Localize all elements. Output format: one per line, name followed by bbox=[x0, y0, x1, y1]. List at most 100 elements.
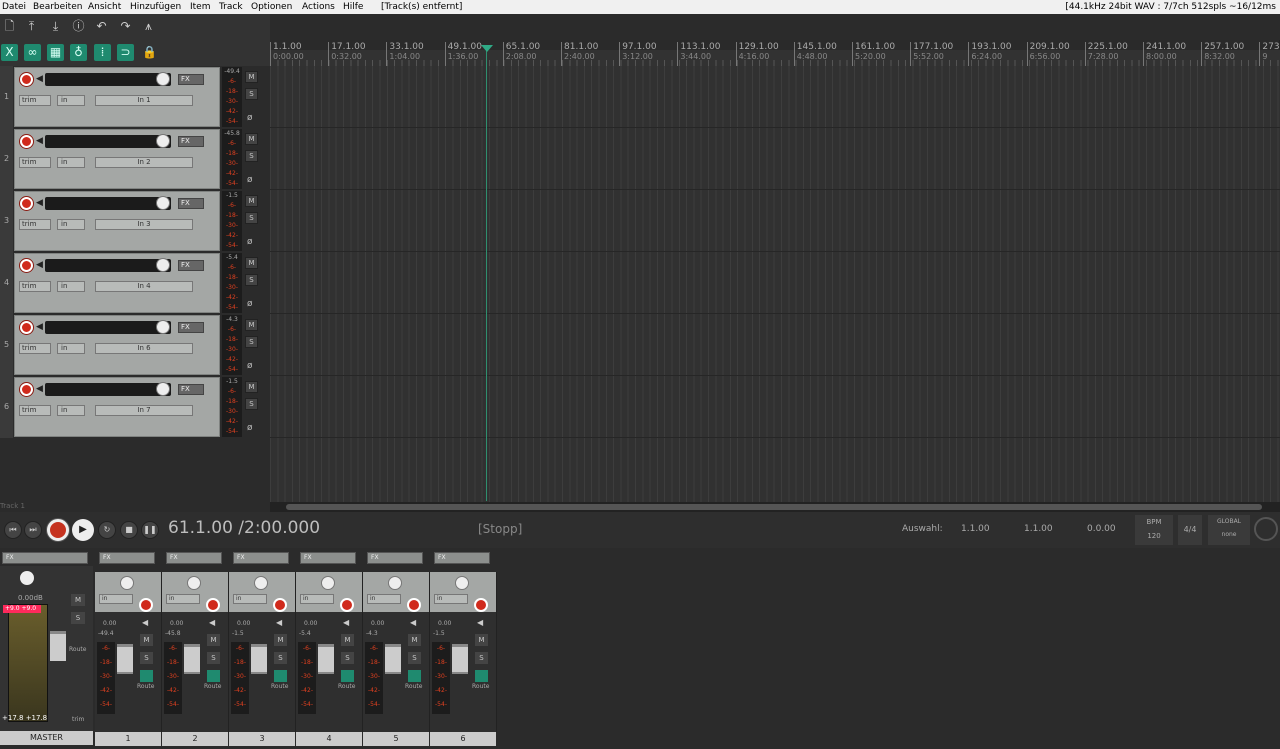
volume-knob[interactable] bbox=[156, 134, 170, 148]
phase-invert-button[interactable]: ø bbox=[247, 237, 253, 247]
ruler-marker[interactable]: 129.1.00 4:16.00 bbox=[735, 42, 779, 66]
strip-record-arm[interactable] bbox=[206, 598, 220, 612]
phase-invert-button[interactable]: ø bbox=[247, 361, 253, 371]
strip-fx-bar[interactable]: FX bbox=[367, 552, 423, 564]
ruler-marker[interactable]: 145.1.00 4:48.00 bbox=[793, 42, 837, 66]
strip-route-button[interactable]: Route bbox=[271, 683, 288, 690]
ruler-marker[interactable]: 65.1.00 2:08.00 bbox=[502, 42, 540, 66]
redo-icon[interactable]: ↷ bbox=[117, 18, 134, 35]
master-fader[interactable] bbox=[50, 631, 66, 661]
input-select[interactable]: In 4 bbox=[95, 281, 193, 292]
track-name-field[interactable] bbox=[45, 73, 171, 86]
trim-button[interactable]: trim bbox=[19, 95, 51, 106]
input-select[interactable]: In 6 bbox=[95, 343, 193, 354]
trim-button[interactable]: trim bbox=[19, 281, 51, 292]
pause-button[interactable]: ❚❚ bbox=[141, 521, 159, 539]
solo-button[interactable]: S bbox=[245, 398, 258, 410]
strip-mute-button[interactable]: M bbox=[475, 634, 488, 646]
strip-record-arm[interactable] bbox=[273, 598, 287, 612]
strip-fader[interactable] bbox=[385, 644, 401, 674]
strip-fx-bar[interactable]: FX bbox=[434, 552, 490, 564]
master-trim-button[interactable]: trim bbox=[72, 716, 84, 723]
input-monitor-button[interactable]: in bbox=[57, 219, 85, 230]
bpm-value[interactable]: 120 bbox=[1135, 529, 1173, 543]
ruler-marker[interactable]: 81.1.00 2:40.00 bbox=[561, 42, 598, 66]
ruler-marker[interactable]: 17.1.00 0:32.00 bbox=[328, 42, 366, 66]
save-icon[interactable]: ⤒ bbox=[23, 18, 40, 35]
master-mute-button[interactable]: M bbox=[71, 594, 85, 606]
strip-fx-bar[interactable]: FX bbox=[166, 552, 222, 564]
time-signature[interactable]: 4/4 bbox=[1178, 515, 1202, 545]
fx-button[interactable]: FX bbox=[178, 198, 204, 209]
master-clip-indicator[interactable]: +9.0 +9.0 bbox=[3, 605, 41, 613]
track-panel-2[interactable]: 2 ◀ FX trim in In 2 -45.8 -6- -18- -30- -42- -54- M S… bbox=[0, 128, 264, 190]
menu-1[interactable]: Bearbeiten bbox=[33, 0, 82, 14]
track-lane[interactable] bbox=[270, 314, 1280, 376]
input-monitor-button[interactable]: in bbox=[57, 281, 85, 292]
strip-pan-knob[interactable] bbox=[187, 576, 201, 590]
save-as-icon[interactable]: ⤓ bbox=[47, 18, 64, 35]
strip-pan-knob[interactable] bbox=[120, 576, 134, 590]
input-monitor-button[interactable]: in bbox=[57, 95, 85, 106]
menu-2[interactable]: Ansicht bbox=[88, 0, 121, 14]
scrollbar-thumb[interactable] bbox=[286, 504, 1262, 510]
track-lane[interactable] bbox=[270, 66, 1280, 128]
position-display[interactable]: 61.1.00 /2:00.000 bbox=[168, 518, 320, 538]
track-panel-4[interactable]: 4 ◀ FX trim in In 4 -5.4 -6- -18- -30- -42- -54- M Sø bbox=[0, 252, 264, 314]
ruler-marker[interactable]: 209.1.00 6:56.00 bbox=[1026, 42, 1070, 66]
ruler-marker[interactable]: 273 9 bbox=[1259, 42, 1280, 66]
ruler-marker[interactable]: 97.1.00 3:12.00 bbox=[619, 42, 657, 66]
strip-fader[interactable] bbox=[318, 644, 334, 674]
repeat-button[interactable]: ↻ bbox=[98, 521, 116, 539]
record-arm-button[interactable] bbox=[20, 197, 33, 210]
mute-button[interactable]: M bbox=[245, 71, 258, 83]
volume-knob[interactable] bbox=[156, 320, 170, 334]
strip-fader[interactable] bbox=[452, 644, 468, 674]
strip-pan-knob[interactable] bbox=[254, 576, 268, 590]
strip-routing-icon[interactable] bbox=[475, 670, 488, 682]
go-to-start-button[interactable]: ⏮ bbox=[4, 521, 22, 539]
strip-routing-icon[interactable] bbox=[207, 670, 220, 682]
ruler-marker[interactable]: 33.1.00 1:04.00 bbox=[386, 42, 424, 66]
loop-link-icon[interactable]: ∞ bbox=[24, 44, 41, 61]
strip-input-button[interactable]: in bbox=[434, 594, 468, 604]
strip-route-button[interactable]: Route bbox=[338, 683, 355, 690]
menu-8[interactable]: Hilfe bbox=[343, 0, 363, 14]
strip-routing-icon[interactable] bbox=[408, 670, 421, 682]
undo-icon[interactable]: ↶ bbox=[93, 18, 110, 35]
menu-0[interactable]: Datei bbox=[2, 0, 26, 14]
master-route-button[interactable]: Route bbox=[69, 646, 86, 653]
mute-button[interactable]: M bbox=[245, 381, 258, 393]
strip-routing-icon[interactable] bbox=[341, 670, 354, 682]
strip-solo-button[interactable]: S bbox=[274, 652, 287, 664]
strip-input-button[interactable]: in bbox=[166, 594, 200, 604]
phase-invert-button[interactable]: ø bbox=[247, 175, 253, 185]
fx-button[interactable]: FX bbox=[178, 322, 204, 333]
fx-button[interactable]: FX bbox=[178, 136, 204, 147]
snap-icon[interactable]: ♁ bbox=[70, 44, 87, 61]
track-panel-5[interactable]: 5 ◀ FX trim in In 6 -4.3 -6- -18- -30- -42- -54- M Sø bbox=[0, 314, 264, 376]
record-arm-button[interactable] bbox=[20, 73, 33, 86]
bpm-box[interactable]: BPM 120 bbox=[1135, 515, 1173, 545]
global-automation-box[interactable]: GLOBAL none bbox=[1208, 515, 1250, 545]
strip-record-arm[interactable] bbox=[474, 598, 488, 612]
strip-fx-bar[interactable]: FX bbox=[300, 552, 356, 564]
new-project-icon[interactable]: 🗋 bbox=[1, 18, 18, 35]
audio-device-status[interactable]: [44.1kHz 24bit WAV : 7/7ch 512spls ~16/1… bbox=[1065, 0, 1276, 14]
fx-button[interactable]: FX bbox=[178, 384, 204, 395]
ruler-marker[interactable]: 49.1.00 1:36.00 bbox=[444, 42, 482, 66]
play-button[interactable]: ▶ bbox=[72, 519, 94, 541]
strip-solo-button[interactable]: S bbox=[475, 652, 488, 664]
ruler-marker[interactable]: 225.1.00 7:28.00 bbox=[1084, 42, 1128, 66]
timeline-ruler[interactable]: 1.1.00 0:00.00 17.1.00 0:32.00 33.1.00 1:04.0… bbox=[270, 40, 1280, 66]
input-monitor-button[interactable]: in bbox=[57, 343, 85, 354]
arrange-view[interactable] bbox=[270, 66, 1280, 502]
ruler-marker[interactable]: 1.1.00 0:00.00 bbox=[270, 42, 304, 66]
solo-button[interactable]: S bbox=[245, 274, 258, 286]
ruler-marker[interactable]: 257.1.00 8:32.00 bbox=[1201, 42, 1244, 66]
ruler-marker[interactable]: 241.1.00 8:00.00 bbox=[1143, 42, 1186, 66]
auto-crossfade-icon[interactable]: ⊃ bbox=[117, 44, 134, 61]
track-name-field[interactable] bbox=[45, 259, 171, 272]
mute-button[interactable]: M bbox=[245, 257, 258, 269]
volume-knob[interactable] bbox=[156, 382, 170, 396]
